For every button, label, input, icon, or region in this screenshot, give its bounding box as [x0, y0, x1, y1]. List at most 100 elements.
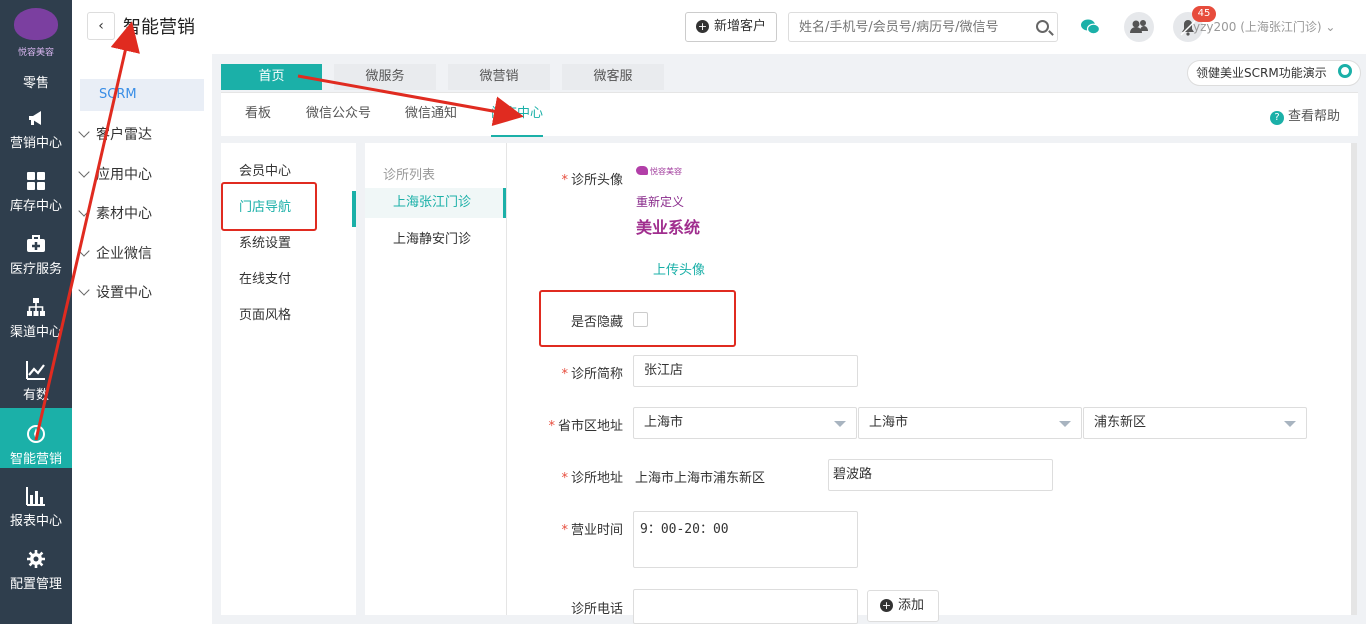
subnav-label: 企业微信 — [96, 246, 152, 262]
subnav-label: 素材中心 — [96, 206, 152, 222]
avatar-label: * 诊所头像 — [561, 173, 623, 188]
rail-item-config[interactable]: 配置管理 — [0, 541, 72, 603]
subnav-item-wecom[interactable]: 企业微信 — [78, 239, 152, 269]
rail-item-marketing[interactable]: 营销中心 — [0, 100, 72, 162]
menu-system-settings[interactable]: 系统设置 — [239, 229, 291, 259]
menu-online-payment[interactable]: 在线支付 — [239, 265, 291, 295]
rail-label: 营销中心 — [9, 136, 62, 151]
street-input[interactable]: 碧波路 — [828, 459, 1053, 491]
plus-icon: + — [880, 599, 893, 612]
chevron-icon — [78, 205, 90, 217]
clinic-item[interactable]: 上海静安门诊 — [365, 225, 506, 255]
add-label: 添加 — [898, 598, 925, 613]
rail-item-medical[interactable]: 医疗服务 — [0, 226, 72, 288]
clinic-list-title: 诊所列表 — [383, 168, 436, 183]
user-name: yzy200 (上海张江门诊) — [1193, 20, 1322, 34]
subnav-item-settings[interactable]: 设置中心 — [78, 278, 152, 308]
rail-item-report[interactable]: 报表中心 — [0, 478, 72, 540]
clinic-avatar-image: 悦容美容 重新定义 美业系统 — [634, 160, 714, 240]
subnav-label: 设置中心 — [96, 285, 152, 301]
city-select[interactable]: 上海市 — [858, 407, 1082, 439]
gear-icon — [27, 550, 45, 568]
help-label: 查看帮助 — [1287, 109, 1340, 124]
subnav-item-scrm[interactable]: SCRM — [80, 79, 204, 111]
rail-label: 智能营销 — [9, 452, 62, 467]
user-menu[interactable]: yzy200 (上海张江门诊) ⌄ — [1193, 18, 1335, 35]
logo-line2: 美业系统 — [636, 218, 701, 237]
caret-down-icon — [1059, 421, 1071, 427]
short-name-input[interactable]: 张江店 — [633, 355, 858, 387]
district-select[interactable]: 浦东新区 — [1083, 407, 1307, 439]
rail-label: 库存中心 — [9, 199, 62, 214]
grid-icon — [27, 172, 45, 190]
sub-navigation: SCRM 客户雷达 应用中心 素材中心 企业微信 设置中心 — [72, 54, 212, 624]
tab-wechat-notify[interactable]: 微信通知 — [405, 93, 457, 137]
plus-icon: + — [696, 20, 709, 33]
tab-wechat-official[interactable]: 微信公众号 — [306, 93, 371, 137]
logo-small-text: 悦容美容 — [650, 167, 682, 176]
chevron-icon — [78, 126, 90, 138]
tab-home[interactable]: 首页 — [221, 64, 322, 90]
new-customer-button[interactable]: + 新增客户 — [685, 12, 777, 42]
compass-icon — [27, 425, 45, 443]
menu-page-style[interactable]: 页面风格 — [239, 301, 291, 331]
subnav-item-apps[interactable]: 应用中心 — [78, 160, 152, 190]
city-value: 上海市 — [869, 415, 909, 430]
contacts-icon[interactable] — [1124, 12, 1154, 42]
rail-item-inventory[interactable]: 库存中心 — [0, 163, 72, 225]
phone-label: 诊所电话 — [570, 602, 623, 617]
province-value: 上海市 — [644, 415, 684, 430]
bar-chart-icon — [26, 487, 45, 506]
rail-item-data[interactable]: 有数 — [0, 352, 72, 414]
tab-micro-marketing[interactable]: 微营销 — [448, 64, 550, 90]
rail-label: 有数 — [22, 388, 49, 403]
secondary-tabbar: 看板 微信公众号 微信通知 门店中心 ? 查看帮助 — [221, 92, 1358, 137]
short-name-label: * 诊所简称 — [561, 367, 623, 382]
heart-logo-icon — [636, 166, 648, 175]
scrm-demo-button[interactable]: 领健美业SCRM功能演示 — [1187, 60, 1361, 86]
region-label: * 省市区地址 — [548, 419, 623, 434]
medkit-icon — [27, 235, 45, 252]
rail-label: 报表中心 — [9, 514, 62, 529]
wechat-icon[interactable] — [1075, 12, 1105, 42]
brand-logo-icon — [14, 8, 58, 40]
upload-avatar-link[interactable]: 上传头像 — [653, 259, 705, 278]
hours-textarea[interactable]: 9：00-20：00 — [633, 511, 858, 568]
rail-item-smart-marketing[interactable]: 智能营销 — [0, 408, 72, 468]
settings-gear-icon[interactable] — [1338, 64, 1352, 78]
brand-caption: 悦容美容 — [17, 48, 54, 58]
clinic-item[interactable]: 上海张江门诊 — [365, 188, 506, 218]
district-value: 浦东新区 — [1094, 415, 1147, 430]
chevron-down-icon: ⌄ — [1325, 20, 1336, 34]
caret-down-icon — [1284, 421, 1296, 427]
help-link[interactable]: ? 查看帮助 — [1269, 105, 1340, 125]
subnav-item-materials[interactable]: 素材中心 — [78, 199, 152, 229]
scrollbar[interactable] — [1351, 143, 1357, 615]
page-title: 智能营销 — [123, 17, 195, 38]
annotation-box-store-nav — [221, 182, 317, 231]
clinic-list: 诊所列表 上海张江门诊 上海静安门诊 — [365, 143, 507, 615]
tab-micro-service-desk[interactable]: 微客服 — [562, 64, 664, 90]
active-indicator — [352, 191, 356, 227]
address-prefix: 上海市上海市浦东新区 — [635, 471, 766, 486]
tab-dashboard[interactable]: 看板 — [245, 93, 271, 137]
back-button[interactable]: ‹ — [87, 12, 115, 40]
tab-store-center[interactable]: 门店中心 — [491, 93, 544, 137]
search-icon[interactable] — [1036, 20, 1049, 33]
rail-item-channel[interactable]: 渠道中心 — [0, 289, 72, 351]
search-box[interactable] — [788, 12, 1058, 42]
subnav-item-radar[interactable]: 客户雷达 — [78, 120, 152, 150]
caret-down-icon — [834, 421, 846, 427]
rail-label: 渠道中心 — [9, 325, 62, 340]
phone-input[interactable] — [633, 589, 858, 624]
search-input[interactable] — [789, 13, 1019, 41]
rail-label: 零售 — [22, 76, 49, 91]
subnav-label: 客户雷达 — [96, 127, 152, 143]
chevron-icon — [78, 166, 90, 178]
chevron-icon — [78, 245, 90, 257]
annotation-box-hidden — [539, 290, 736, 347]
tab-micro-service[interactable]: 微服务 — [334, 64, 436, 90]
add-phone-button[interactable]: + 添加 — [867, 590, 939, 622]
chevron-icon — [78, 284, 90, 296]
province-select[interactable]: 上海市 — [633, 407, 857, 439]
